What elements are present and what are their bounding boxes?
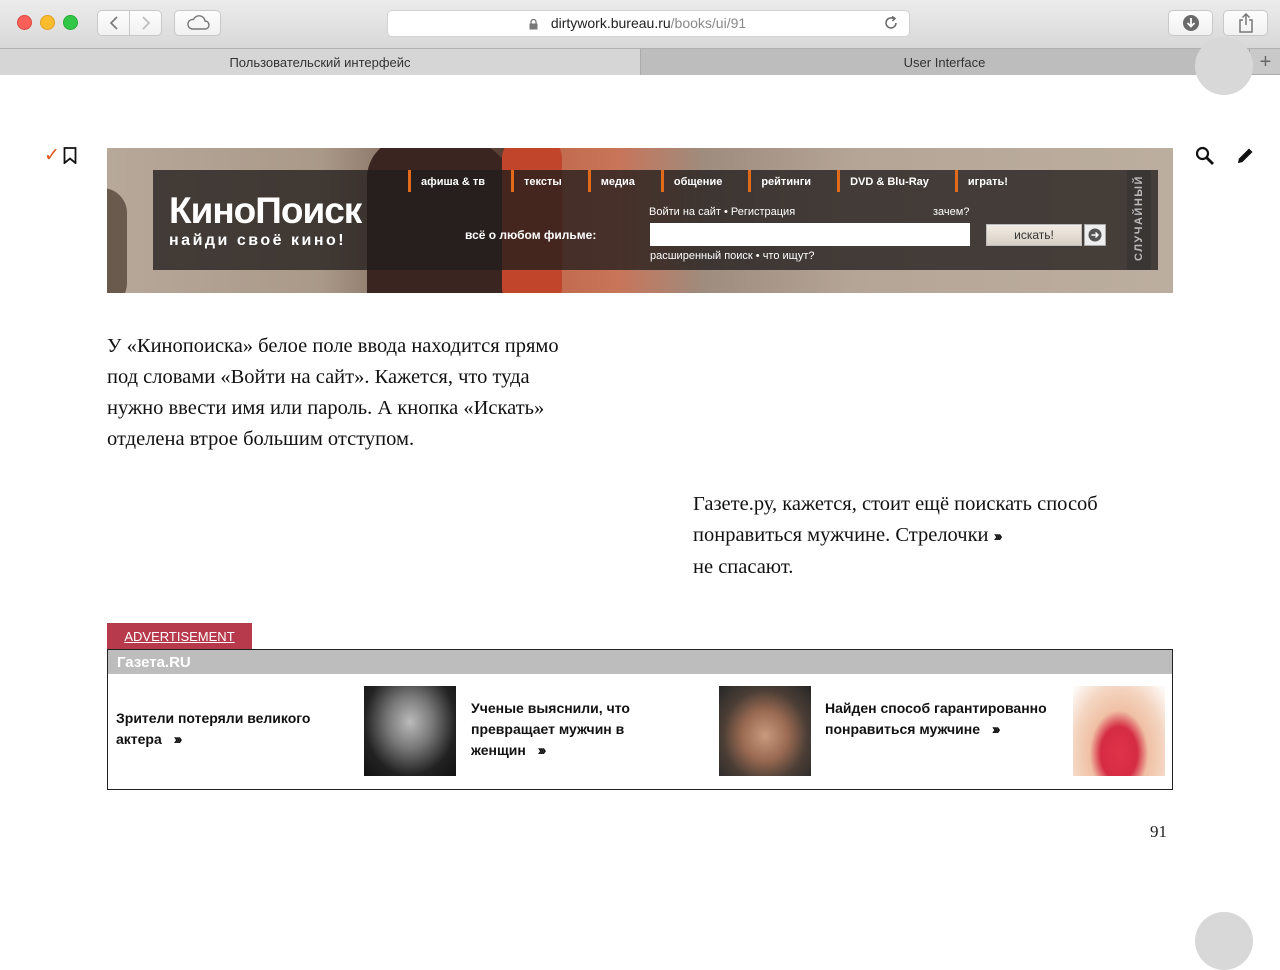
ad-photo-person[interactable]: [719, 686, 811, 776]
caption-gazeta-text: Газете.ру, кажется, стоит ещё поискать с…: [693, 493, 1098, 546]
ad-item-3[interactable]: Найден способ гарантированно понравиться…: [825, 698, 1075, 740]
zoom-window-button[interactable]: [63, 15, 78, 30]
tab-polzovatelsky-interfeys[interactable]: Пользовательский интерфейс: [0, 49, 641, 75]
gazeta-ad-header[interactable]: Газета.RU: [108, 650, 1172, 674]
share-button[interactable]: [1223, 10, 1268, 36]
share-icon: [1238, 13, 1253, 33]
url-host: dirtywork.bureau.ru: [550, 15, 671, 31]
cloud-icon: [186, 15, 210, 30]
kp-go-button[interactable]: [1084, 224, 1106, 246]
kinopoisk-logo[interactable]: КиноПоиск: [169, 190, 362, 232]
kp-menu-afisha[interactable]: афиша & тв: [408, 170, 497, 192]
kp-what-link[interactable]: что ищут?: [763, 250, 815, 262]
banner-photo-left: [107, 188, 127, 293]
kinopoisk-header-panel: КиноПоиск найди своё кино! афиша & тв те…: [153, 170, 1158, 270]
ad-item-text: Ученые выяснили, что превращает мужчин в…: [471, 700, 630, 758]
ad-item-text: Найден способ гарантированно понравиться…: [825, 700, 1047, 737]
tab-label: Пользовательский интерфейс: [229, 54, 411, 70]
close-window-button[interactable]: [17, 15, 32, 30]
chevrons-icon: ›››: [537, 742, 547, 759]
browser-toolbar: dirtywork.bureau.ru/books/ui/91: [0, 0, 1280, 48]
kp-login-links: Войти на сайт • Регистрация: [649, 206, 796, 218]
bookmark-icon[interactable]: [63, 147, 77, 164]
downloads-button[interactable]: [1168, 10, 1213, 36]
reload-icon[interactable]: [883, 15, 899, 31]
tab-label: User Interface: [903, 54, 986, 70]
ad-photo-actor[interactable]: [364, 686, 456, 776]
kp-search-button[interactable]: искать!: [986, 224, 1082, 246]
kp-random-label: СЛУЧАЙНЫЙ: [1133, 175, 1145, 261]
url-text: dirtywork.bureau.ru/books/ui/91: [388, 15, 909, 31]
pencil-icon[interactable]: [1235, 146, 1255, 166]
kinopoisk-slogan: найди своё кино!: [169, 232, 347, 249]
ad-item-1[interactable]: Зрители потеряли великого актера ›››: [116, 708, 361, 750]
ad-item-2[interactable]: Ученые выяснили, что превращает мужчин в…: [471, 698, 691, 761]
kp-register-link[interactable]: Регистрация: [731, 206, 795, 218]
address-bar[interactable]: dirtywork.bureau.ru/books/ui/91: [387, 10, 910, 37]
kp-random-tab[interactable]: СЛУЧАЙНЫЙ: [1127, 170, 1151, 270]
kp-menu-media[interactable]: медиа: [587, 170, 647, 192]
kp-search-label: всё о любом фильме:: [465, 228, 597, 242]
kinopoisk-menu: афиша & тв тексты медиа общение рейтинги…: [408, 170, 1034, 192]
tab-bar: Пользовательский интерфейс User Interfac…: [0, 48, 1280, 75]
chevrons-icon: ›››: [991, 721, 1001, 738]
kp-search-input[interactable]: [650, 223, 970, 246]
read-check-icon[interactable]: ✓: [44, 144, 60, 167]
kinopoisk-screenshot: КиноПоиск найди своё кино! афиша & тв те…: [107, 148, 1173, 293]
scroll-down-button[interactable]: [1195, 912, 1253, 970]
chevrons-icon: ›››: [993, 528, 1003, 545]
kp-menu-reytingi[interactable]: рейтинги: [748, 170, 823, 192]
advertisement-label[interactable]: ADVERTISEMENT: [107, 623, 252, 649]
tab-user-interface[interactable]: User Interface: [641, 49, 1248, 75]
download-icon: [1182, 15, 1199, 31]
kp-advanced-search-link[interactable]: расширенный поиск: [650, 250, 753, 262]
search-icon[interactable]: [1195, 146, 1215, 166]
page-number: 91: [1150, 822, 1167, 841]
chevrons-icon: ›››: [173, 731, 182, 748]
caption-kinopoisk: У «Кинопоиска» белое поле ввода находитс…: [107, 335, 559, 450]
kp-advanced-links: расширенный поиск • что ищут?: [650, 250, 815, 262]
kp-menu-dvd[interactable]: DVD & Blu-Ray: [837, 170, 941, 192]
kp-login-link[interactable]: Войти на сайт: [649, 206, 721, 218]
ad-photo-woman[interactable]: [1073, 686, 1165, 776]
url-path: /books/ui/91: [670, 15, 747, 31]
chevron-right-icon: [141, 16, 150, 30]
caption-gazeta-end: не спасают.: [693, 556, 794, 578]
kp-menu-igrat[interactable]: играть!: [954, 170, 1020, 192]
forward-button[interactable]: [129, 10, 162, 36]
ad-item-text: Зрители потеряли великого актера: [116, 710, 311, 747]
icloud-tabs-button[interactable]: [174, 10, 221, 36]
chevron-left-icon: [109, 16, 118, 30]
kp-menu-teksty[interactable]: тексты: [511, 170, 574, 192]
arrow-right-icon: [1088, 228, 1102, 242]
new-tab-button[interactable]: +: [1249, 49, 1280, 75]
caption-gazeta: Газете.ру, кажется, стоит ещё поискать с…: [693, 489, 1173, 583]
kp-why-link[interactable]: зачем?: [933, 206, 969, 218]
kp-menu-obshchenie[interactable]: общение: [660, 170, 734, 192]
gazeta-ad-block: Газета.RU Зрители потеряли великого акте…: [107, 649, 1173, 790]
scroll-up-button[interactable]: [1195, 37, 1253, 95]
minimize-window-button[interactable]: [40, 15, 55, 30]
back-button[interactable]: [97, 10, 130, 36]
